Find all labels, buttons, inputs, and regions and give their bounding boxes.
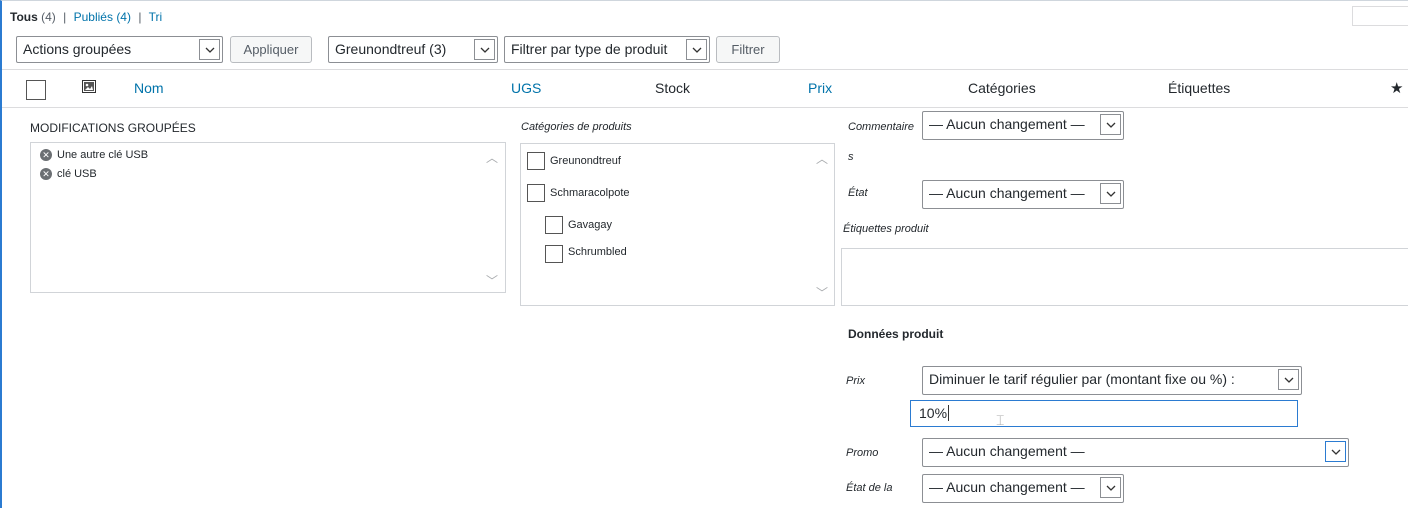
price-label: Prix bbox=[846, 375, 865, 387]
price-change-input[interactable]: 10% bbox=[910, 400, 1298, 427]
status-select-value: — Aucun changement — bbox=[929, 185, 1085, 201]
sale-select[interactable]: — Aucun changement — bbox=[922, 438, 1349, 467]
bulk-edit-item-list bbox=[30, 142, 506, 293]
chevron-down-icon bbox=[686, 39, 707, 60]
comments-label: Commentaire bbox=[848, 121, 915, 133]
category-checkbox[interactable] bbox=[545, 216, 563, 234]
category-checkbox[interactable] bbox=[527, 152, 545, 170]
product-tags-textarea[interactable] bbox=[841, 248, 1408, 306]
star-icon[interactable]: ★ bbox=[1390, 79, 1403, 97]
filter-all-count: (4) bbox=[41, 10, 56, 24]
filter-button[interactable]: Filtrer bbox=[716, 36, 780, 63]
scroll-up-icon[interactable]: ︿ bbox=[814, 150, 830, 167]
bulk-actions-select[interactable]: Actions groupées bbox=[16, 36, 223, 63]
status-label: État bbox=[848, 187, 868, 199]
chevron-down-icon bbox=[1100, 183, 1121, 204]
tax-status-label: État de la bbox=[846, 482, 893, 494]
bulk-edit-item-label: clé USB bbox=[57, 168, 97, 180]
text-cursor-icon: ⌶ bbox=[996, 412, 1005, 428]
bulk-edit-title: MODIFICATIONS GROUPÉES bbox=[30, 121, 196, 135]
comments-select-value: — Aucun changement — bbox=[929, 116, 1085, 132]
filter-separator: | bbox=[63, 10, 67, 24]
category-label: Schmaracolpote bbox=[550, 187, 630, 199]
column-name[interactable]: Nom bbox=[134, 80, 164, 96]
column-price[interactable]: Prix bbox=[808, 80, 832, 96]
category-filter-value: Greunondtreuf (3) bbox=[335, 41, 447, 57]
status-filter-links: Tous (4) | Publiés (4) | Tri bbox=[10, 10, 162, 24]
chevron-down-icon bbox=[474, 39, 495, 60]
apply-button[interactable]: Appliquer bbox=[230, 36, 312, 63]
filter-published-link[interactable]: Publiés bbox=[74, 10, 113, 24]
search-input[interactable] bbox=[1352, 6, 1408, 26]
column-stock: Stock bbox=[655, 80, 691, 96]
scroll-up-icon[interactable]: ︿ bbox=[484, 149, 500, 166]
sale-label: Promo bbox=[846, 447, 879, 459]
comments-label-wrap: s bbox=[848, 151, 854, 163]
tax-status-select[interactable]: — Aucun changement — bbox=[922, 474, 1124, 503]
sale-select-value: — Aucun changement — bbox=[929, 443, 1085, 459]
price-change-value: Diminuer le tarif régulier par (montant … bbox=[929, 371, 1235, 387]
category-label: Gavagay bbox=[568, 219, 613, 231]
tax-status-select-value: — Aucun changement — bbox=[929, 479, 1085, 495]
category-checkbox[interactable] bbox=[545, 245, 563, 263]
column-categories: Catégories bbox=[968, 80, 1036, 96]
product-tags-label: Étiquettes produit bbox=[843, 223, 929, 235]
bulk-edit-item-label: Une autre clé USB bbox=[57, 149, 149, 161]
category-filter-select[interactable]: Greunondtreuf (3) bbox=[328, 36, 498, 63]
product-type-filter-select[interactable]: Filtrer par type de produit bbox=[504, 36, 710, 63]
filter-published-count[interactable]: (4) bbox=[116, 10, 131, 24]
comments-select[interactable]: — Aucun changement — bbox=[922, 111, 1124, 140]
scroll-down-icon[interactable]: ﹀ bbox=[484, 272, 500, 289]
chevron-down-icon bbox=[1325, 441, 1346, 462]
chevron-down-icon bbox=[1278, 369, 1299, 390]
remove-icon[interactable]: ✕ bbox=[40, 168, 52, 180]
image-icon bbox=[82, 80, 96, 96]
product-data-title: Données produit bbox=[848, 327, 944, 341]
price-change-select[interactable]: Diminuer le tarif régulier par (montant … bbox=[922, 366, 1302, 395]
select-all-checkbox[interactable] bbox=[26, 80, 46, 100]
price-change-input-value: 10% bbox=[919, 405, 948, 421]
chevron-down-icon bbox=[1100, 477, 1121, 498]
bulk-actions-value: Actions groupées bbox=[23, 41, 132, 57]
category-label: Schrumbled bbox=[568, 246, 627, 258]
remove-icon[interactable]: ✕ bbox=[40, 149, 52, 161]
category-checkbox[interactable] bbox=[527, 184, 545, 202]
chevron-down-icon bbox=[199, 39, 220, 60]
status-select[interactable]: — Aucun changement — bbox=[922, 180, 1124, 209]
filter-sort-link[interactable]: Tri bbox=[149, 10, 163, 24]
filter-all-link[interactable]: Tous bbox=[10, 10, 38, 24]
filter-separator: | bbox=[138, 10, 142, 24]
categories-label: Catégories de produits bbox=[521, 121, 632, 133]
category-label: Greunondtreuf bbox=[550, 155, 621, 167]
chevron-down-icon bbox=[1100, 114, 1121, 135]
bulk-edit-item: ✕ Une autre clé USB bbox=[40, 149, 148, 161]
column-sku[interactable]: UGS bbox=[511, 80, 541, 96]
column-tags: Étiquettes bbox=[1168, 80, 1231, 96]
scroll-down-icon[interactable]: ﹀ bbox=[814, 284, 830, 301]
bulk-edit-item: ✕ clé USB bbox=[40, 168, 97, 180]
product-type-filter-value: Filtrer par type de produit bbox=[511, 41, 668, 57]
